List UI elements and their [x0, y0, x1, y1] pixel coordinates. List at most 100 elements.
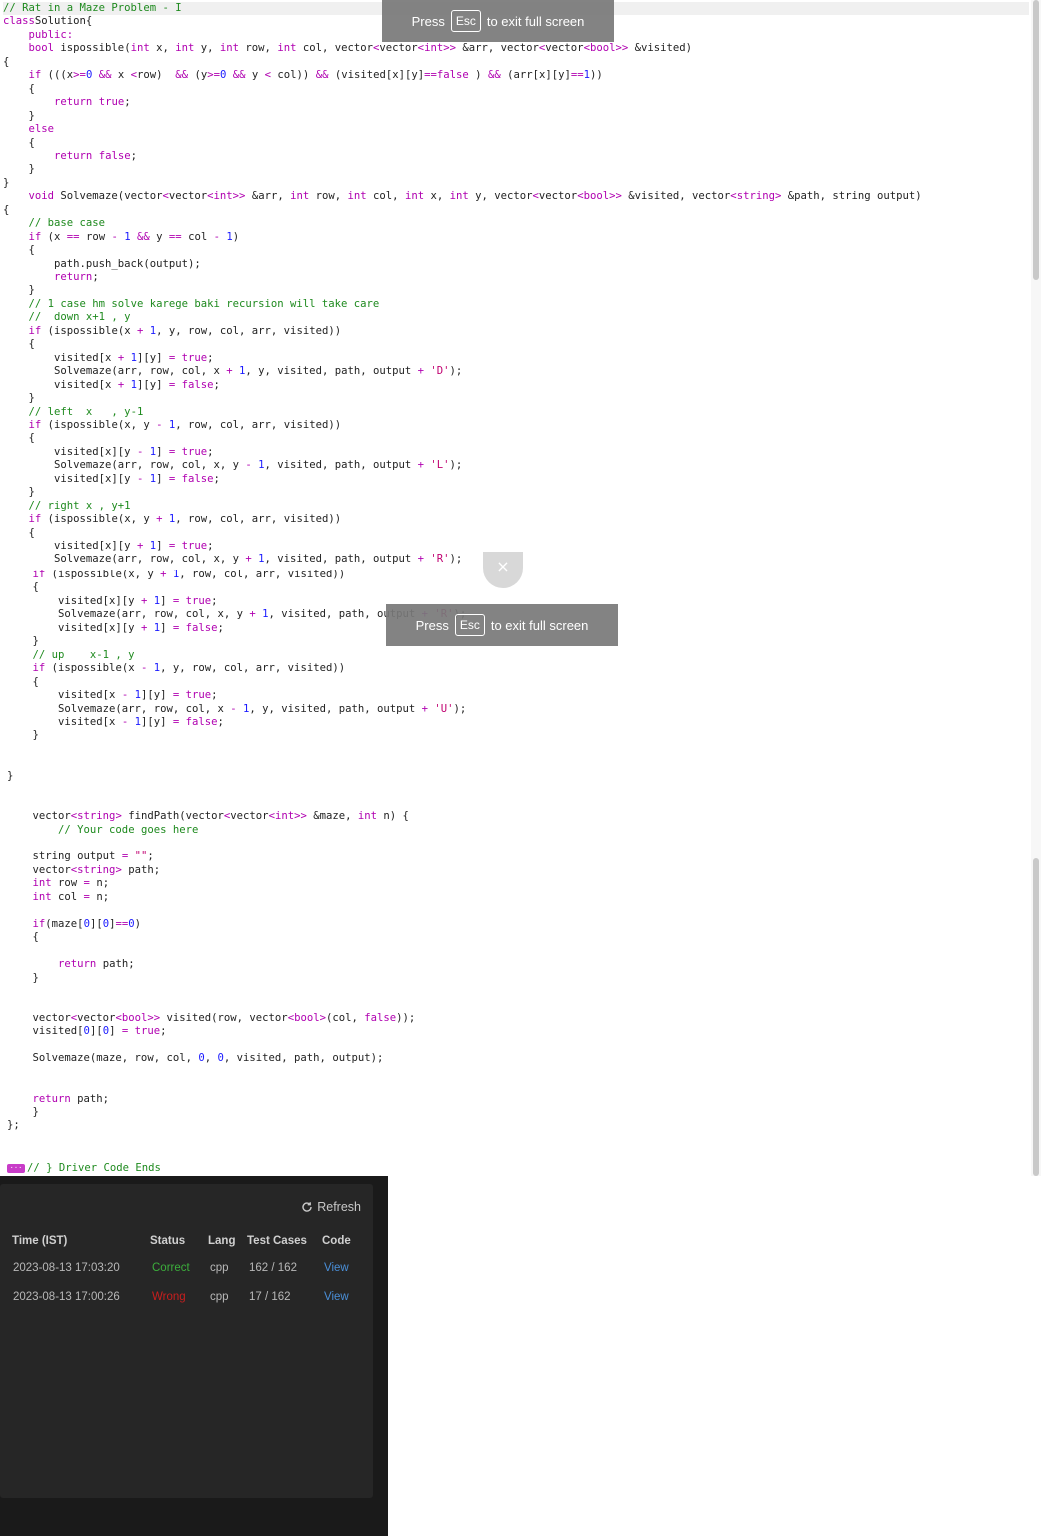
- code-line[interactable]: else: [3, 123, 55, 136]
- code-line[interactable]: visited[x][y + 1] = true;: [7, 595, 218, 608]
- code-line[interactable]: {: [3, 83, 35, 96]
- code-line[interactable]: visited[x - 1][y] = true;: [7, 689, 218, 702]
- code-token: true: [181, 445, 208, 458]
- code-line[interactable]: visited[x + 1][y] = true;: [3, 352, 214, 365]
- code-line[interactable]: }: [3, 284, 35, 297]
- code-line[interactable]: classSolution{: [3, 15, 92, 28]
- code-line[interactable]: if (ispossible(x, y + 1, row, col, arr, …: [3, 513, 342, 526]
- code-line[interactable]: // Your code goes here: [7, 824, 198, 837]
- code-token: x,: [424, 190, 450, 203]
- row-1-view-link[interactable]: View: [324, 1262, 349, 1274]
- editor-scrollbar-lower[interactable]: [1031, 570, 1041, 1176]
- code-line[interactable]: vector<string> findPath(vector<vector<in…: [7, 810, 409, 823]
- code-line[interactable]: if (ispossible(x, y + 1, row, col, arr, …: [7, 570, 346, 581]
- code-line[interactable]: path.push_back(output);: [3, 258, 201, 271]
- code-line[interactable]: // down x+1 , y: [3, 311, 131, 324]
- code-line[interactable]: visited[x - 1][y] = false;: [7, 716, 224, 729]
- code-line[interactable]: }: [7, 770, 13, 783]
- code-line[interactable]: bool ispossible(int x, int y, int row, i…: [3, 42, 693, 55]
- code-editor-bottom[interactable]: if (ispossible(x, y + 1, row, col, arr, …: [0, 570, 1030, 1176]
- code-token: ;: [211, 689, 218, 702]
- row-2-lang: cpp: [210, 1291, 229, 1303]
- col-header-status: Status: [150, 1235, 186, 1247]
- code-line[interactable]: {: [7, 581, 39, 594]
- code-line[interactable]: public:: [3, 29, 74, 42]
- code-line[interactable]: {: [3, 338, 35, 351]
- editor-scrollbar[interactable]: [1031, 0, 1041, 572]
- code-line[interactable]: {: [3, 137, 35, 150]
- code-editor-top[interactable]: // Rat in a Maze Problem - IclassSolutio…: [0, 0, 1030, 572]
- code-token: if: [28, 324, 42, 337]
- refresh-button[interactable]: Refresh: [301, 1200, 361, 1214]
- code-line[interactable]: Solvemaze(arr, row, col, x, y - 1, visit…: [3, 459, 462, 472]
- code-line[interactable]: {: [3, 527, 35, 540]
- code-line[interactable]: vector<string> path;: [7, 864, 161, 877]
- code-line[interactable]: void Solvemaze(vector<vector<int>> &arr,…: [3, 190, 922, 203]
- code-line[interactable]: {: [3, 204, 9, 217]
- code-line[interactable]: // left x , y-1: [3, 406, 144, 419]
- scrollbar-thumb[interactable]: [1033, 0, 1039, 280]
- code-line[interactable]: }: [3, 486, 35, 499]
- code-line[interactable]: if (((x>=0 && x <row) && (y>=0 && y < co…: [3, 69, 603, 82]
- code-line[interactable]: if(maze[0][0]==0): [7, 918, 142, 931]
- code-line[interactable]: }: [7, 635, 39, 648]
- code-line[interactable]: if (ispossible(x - 1, y, row, col, arr, …: [7, 662, 346, 675]
- code-line[interactable]: Solvemaze(maze, row, col, 0, 0, visited,…: [7, 1052, 384, 1065]
- code-line[interactable]: {: [7, 931, 39, 944]
- code-line[interactable]: Solvemaze(arr, row, col, x, y + 1, visit…: [3, 553, 462, 566]
- col-header-time: Time (IST): [12, 1235, 68, 1247]
- code-line[interactable]: visited[x][y + 1] = false;: [7, 622, 224, 635]
- code-line[interactable]: // base case: [3, 217, 106, 230]
- code-line[interactable]: visited[0][0] = true;: [7, 1025, 167, 1038]
- code-line[interactable]: }: [3, 177, 9, 190]
- row-2-view-link[interactable]: View: [324, 1291, 349, 1303]
- code-line[interactable]: return true;: [3, 96, 131, 109]
- code-token: row,: [309, 190, 348, 203]
- row-1-time: 2023-08-13 17:03:20: [13, 1262, 120, 1274]
- code-token: (ispossible(x: [45, 662, 141, 675]
- code-line[interactable]: return path;: [7, 958, 135, 971]
- code-line[interactable]: }: [3, 110, 35, 123]
- code-line[interactable]: return;: [3, 271, 99, 284]
- code-line[interactable]: {: [3, 432, 35, 445]
- code-line[interactable]: visited[x][y + 1] = true;: [3, 540, 214, 553]
- code-line[interactable]: {: [3, 244, 35, 257]
- code-line[interactable]: vector<vector<bool>> visited(row, vector…: [7, 1012, 416, 1025]
- code-line[interactable]: }: [3, 392, 35, 405]
- code-token: {: [7, 675, 39, 688]
- code-line[interactable]: if (ispossible(x, y - 1, row, col, arr, …: [3, 419, 342, 432]
- code-line[interactable]: // up x-1 , y: [7, 649, 135, 662]
- code-line[interactable]: {: [3, 56, 9, 69]
- code-token: vector: [379, 42, 418, 55]
- code-line[interactable]: visited[x][y - 1] = false;: [3, 473, 220, 486]
- code-line[interactable]: if (ispossible(x + 1, y, row, col, arr, …: [3, 324, 342, 338]
- code-line[interactable]: int row = n;: [7, 877, 110, 890]
- code-line[interactable]: // 1 case hm solve karege baki recursion…: [3, 298, 380, 311]
- code-line[interactable]: string output = "";: [7, 850, 154, 863]
- code-line[interactable]: {: [7, 676, 39, 689]
- code-line[interactable]: if (x == row - 1 && y == col - 1): [3, 231, 240, 244]
- code-line[interactable]: Solvemaze(arr, row, col, x - 1, y, visit…: [7, 703, 466, 716]
- code-line[interactable]: }: [7, 972, 39, 985]
- code-line[interactable]: }: [7, 729, 39, 742]
- code-comment: // down x+1 , y: [28, 311, 131, 324]
- code-line[interactable]: }: [7, 1106, 39, 1119]
- fold-marker-icon[interactable]: ···: [7, 1164, 25, 1173]
- scrollbar-thumb-lower[interactable]: [1033, 858, 1039, 1176]
- code-line[interactable]: return path;: [7, 1093, 110, 1106]
- code-line[interactable]: };: [7, 1119, 20, 1132]
- code-line[interactable]: Solvemaze(arr, row, col, x + 1, y, visit…: [3, 365, 462, 378]
- code-line[interactable]: // right x , y+1: [3, 500, 131, 513]
- code-token: bool: [583, 190, 610, 203]
- esc-key-badge: Esc: [454, 614, 485, 636]
- code-token: &visited, vector: [621, 190, 731, 203]
- code-token: visited[x][y: [3, 445, 137, 458]
- code-token: ]: [156, 472, 169, 485]
- code-token: &&: [175, 69, 189, 82]
- code-line[interactable]: visited[x][y - 1] = true;: [3, 446, 214, 459]
- code-line[interactable]: visited[x + 1][y] = false;: [3, 379, 220, 392]
- code-line[interactable]: int col = n;: [7, 891, 110, 904]
- code-line[interactable]: return false;: [3, 150, 137, 163]
- code-line[interactable]: }: [3, 163, 35, 176]
